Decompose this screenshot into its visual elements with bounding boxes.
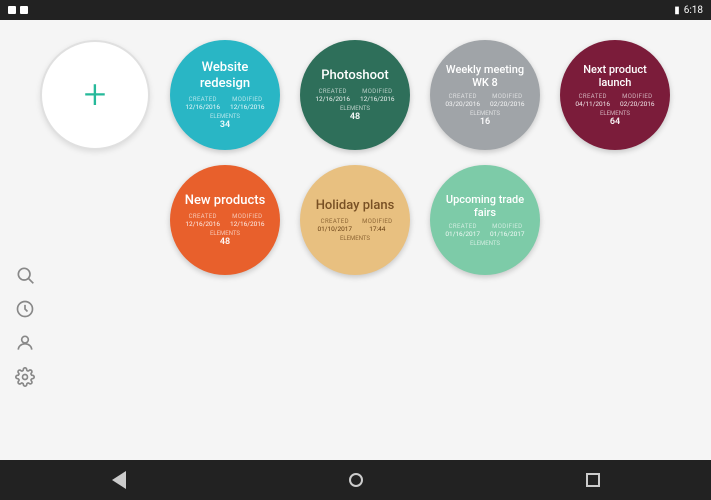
circles-row-2: New products CREATED 12/16/2016 MODIFIED… (170, 165, 671, 275)
circle-meta: CREATED 12/16/2016 MODIFIED 12/16/2016 (185, 96, 264, 111)
profile-icon[interactable] (12, 330, 38, 356)
search-icon[interactable] (12, 262, 38, 288)
circle-title: Photoshoot (313, 68, 396, 84)
circle-title: Next product launch (560, 63, 670, 89)
circle-title: Weekly meeting WK 8 (430, 63, 540, 89)
circle-title: Holiday plans (308, 198, 403, 214)
circle-holiday-plans[interactable]: Holiday plans CREATED 01/10/2017 MODIFIE… (300, 165, 410, 275)
circle-meta: CREATED 03/20/2016 MODIFIED 02/20/2016 (445, 93, 524, 108)
add-circle-button[interactable]: + (40, 40, 150, 150)
status-bar: ▮ 6:18 (0, 0, 711, 20)
home-icon (349, 473, 363, 487)
battery-icon: ▮ (674, 5, 680, 16)
recent-icon (586, 473, 600, 487)
circle-photoshoot[interactable]: Photoshoot CREATED 12/16/2016 MODIFIED 1… (300, 40, 410, 150)
circle-title: Upcoming trade fairs (430, 193, 540, 219)
status-bar-right: ▮ 6:18 (674, 5, 703, 16)
home-button[interactable] (341, 465, 371, 495)
circle-new-products[interactable]: New products CREATED 12/16/2016 MODIFIED… (170, 165, 280, 275)
bottom-nav (0, 460, 711, 500)
plus-icon: + (84, 75, 107, 115)
circles-row-1: + Website redesign CREATED 12/16/2016 MO… (40, 40, 671, 150)
circle-meta: CREATED 12/16/2016 MODIFIED 12/16/2016 (185, 213, 264, 228)
back-icon (112, 471, 126, 489)
status-time: 6:18 (684, 5, 703, 16)
circle-weekly-meeting[interactable]: Weekly meeting WK 8 CREATED 03/20/2016 M… (430, 40, 540, 150)
circle-website-redesign[interactable]: Website redesign CREATED 12/16/2016 MODI… (170, 40, 280, 150)
status-icon-1 (8, 6, 16, 14)
status-bar-left (8, 6, 28, 14)
back-button[interactable] (104, 465, 134, 495)
circle-meta: CREATED 04/11/2016 MODIFIED 02/20/2016 (575, 93, 654, 108)
sidebar (0, 252, 50, 400)
circle-meta: CREATED 01/16/2017 MODIFIED 01/16/2017 (445, 223, 524, 238)
circle-meta: CREATED 01/10/2017 MODIFIED 17:44 (317, 218, 392, 233)
circle-title: New products (177, 193, 274, 209)
clock-icon[interactable] (12, 296, 38, 322)
recent-button[interactable] (578, 465, 608, 495)
circle-title: Website redesign (170, 60, 280, 91)
main-content: + Website redesign CREATED 12/16/2016 MO… (0, 20, 711, 460)
circle-upcoming-trade-fairs[interactable]: Upcoming trade fairs CREATED 01/16/2017 … (430, 165, 540, 275)
status-icon-2 (20, 6, 28, 14)
circle-next-product-launch[interactable]: Next product launch CREATED 04/11/2016 M… (560, 40, 670, 150)
settings-icon[interactable] (12, 364, 38, 390)
circle-meta: CREATED 12/16/2016 MODIFIED 12/16/2016 (315, 88, 394, 103)
